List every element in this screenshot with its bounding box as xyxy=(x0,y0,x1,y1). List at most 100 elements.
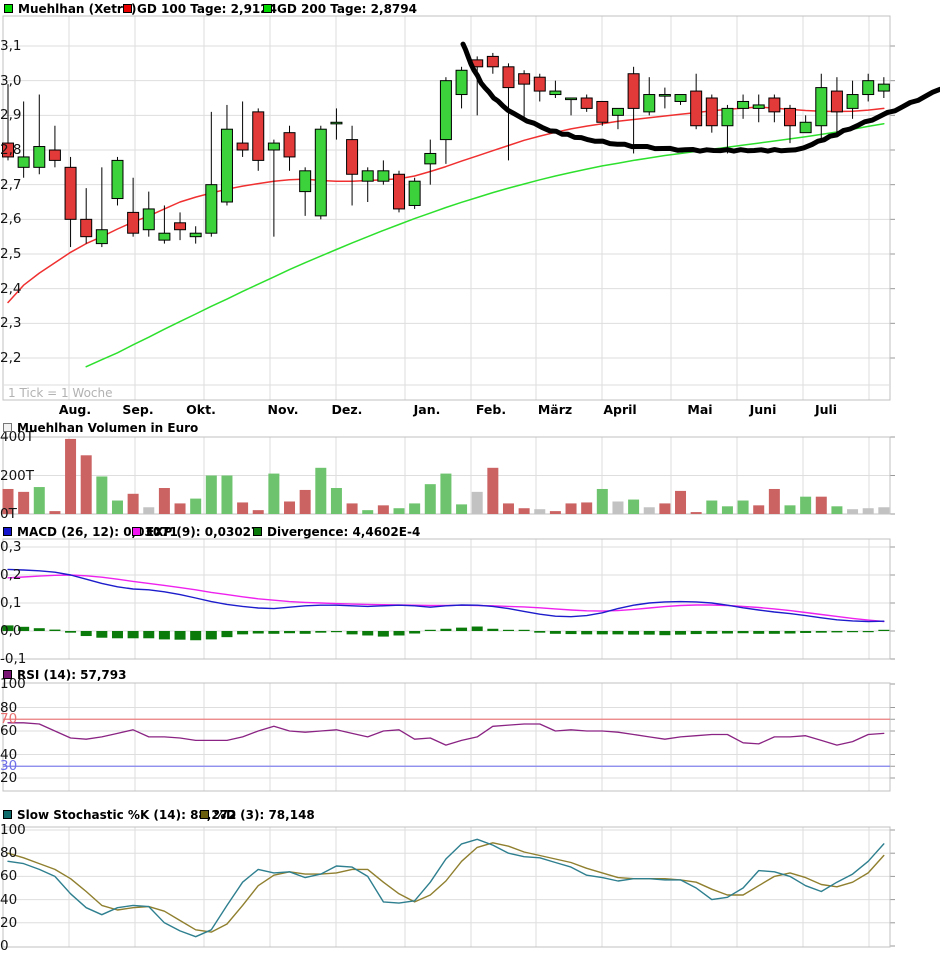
volume-bar xyxy=(706,501,717,514)
rsi-axis-label: 20 xyxy=(0,770,17,786)
candle-body xyxy=(487,56,498,66)
divergence-bar xyxy=(409,631,420,634)
candle-body xyxy=(112,160,123,198)
divergence-bar xyxy=(519,630,530,631)
price-legend-item: GD 100 Tage: 2,9124 xyxy=(123,2,277,15)
candle-body xyxy=(300,171,311,192)
volume-bar xyxy=(425,484,436,514)
legend-label: GD 100 Tage: 2,9124 xyxy=(137,2,277,16)
volume-bar xyxy=(785,505,796,514)
candle-body xyxy=(644,95,655,112)
volume-bar xyxy=(159,488,170,514)
volume-bar xyxy=(847,509,858,514)
candle-body xyxy=(863,81,874,95)
candle-body xyxy=(800,122,811,132)
legend-swatch-icon xyxy=(132,527,141,536)
divergence-bar xyxy=(581,631,592,634)
x-axis-month-label: Aug. xyxy=(59,402,91,417)
candle-body xyxy=(284,133,295,157)
legend-swatch-icon xyxy=(3,423,12,432)
volume-bar xyxy=(831,506,842,514)
divergence-bar xyxy=(769,631,780,634)
volume-bar xyxy=(175,503,186,514)
candle-body xyxy=(706,98,717,126)
legend-label: Muehlhan (Xetra) xyxy=(18,2,136,16)
macd-axis-label: 0,0 xyxy=(0,623,21,639)
candle-body xyxy=(785,108,796,125)
divergence-bar xyxy=(472,627,483,631)
legend-label: EXP (9): 0,03027 xyxy=(146,525,259,539)
volume-bar xyxy=(628,500,639,514)
candle-body xyxy=(753,105,764,108)
legend-swatch-icon xyxy=(3,670,12,679)
volume-bar xyxy=(566,503,577,514)
tick-interval-note: 1 Tick = 1 Woche xyxy=(8,386,113,400)
volume-bar xyxy=(143,507,154,514)
candle-body xyxy=(128,212,139,233)
price-axis-label: 2,8 xyxy=(0,142,21,158)
candle-body xyxy=(315,129,326,216)
divergence-bar xyxy=(331,631,342,632)
candle-body xyxy=(722,108,733,125)
divergence-bar xyxy=(49,630,60,631)
candle-body xyxy=(347,140,358,175)
volume-bar xyxy=(550,511,561,514)
candle-body xyxy=(378,171,389,181)
candle-body xyxy=(675,95,686,102)
legend-label: Muehlhan Volumen in Euro xyxy=(17,421,198,435)
divergence-bar xyxy=(722,631,733,634)
volume-bar xyxy=(362,510,373,514)
macd-axis-label: 0,2 xyxy=(0,567,21,583)
candle-body xyxy=(175,223,186,230)
candle-body xyxy=(847,95,858,109)
legend-swatch-icon xyxy=(3,810,12,819)
x-axis-month-label: Juli xyxy=(815,402,837,417)
volume-bar xyxy=(816,497,827,514)
volume-bar xyxy=(409,503,420,514)
x-axis-month-label: März xyxy=(538,402,572,417)
volume-bar xyxy=(769,489,780,514)
divergence-bar xyxy=(315,631,326,633)
volume-bar xyxy=(800,497,811,514)
candle-body xyxy=(159,233,170,240)
volume-bar xyxy=(378,505,389,514)
stoch-axis-label: 40 xyxy=(0,892,17,908)
price-legend-item: Muehlhan (Xetra) xyxy=(4,2,136,15)
divergence-bar xyxy=(503,630,514,631)
divergence-bar xyxy=(800,631,811,633)
divergence-bar xyxy=(378,631,389,637)
stoch-axis-label: 60 xyxy=(0,868,17,884)
x-axis-month-label: Sep. xyxy=(122,402,153,417)
divergence-bar xyxy=(65,631,76,633)
candle-body xyxy=(659,95,670,97)
divergence-bar xyxy=(175,631,186,640)
candle-body xyxy=(440,81,451,140)
divergence-bar xyxy=(128,631,139,638)
exp-line xyxy=(8,575,884,622)
divergence-bar xyxy=(878,630,889,631)
volume-bar xyxy=(65,439,76,514)
volume-bar xyxy=(253,510,264,514)
legend-label: GD 200 Tage: 2,8794 xyxy=(277,2,417,16)
divergence-bar xyxy=(816,631,827,633)
volume-bar xyxy=(300,490,311,514)
divergence-bar xyxy=(425,630,436,631)
divergence-bar xyxy=(81,631,92,636)
volume-bar xyxy=(659,503,670,514)
macd-legend-item: EXP (9): 0,03027 xyxy=(132,525,259,538)
macd-axis-label: 0,3 xyxy=(0,539,21,555)
candle-body xyxy=(81,219,92,236)
price-axis-label: 2,6 xyxy=(0,211,21,227)
stoch-axis-label: 100 xyxy=(0,822,26,838)
candle-body xyxy=(34,147,45,168)
candle-body xyxy=(534,77,545,91)
divergence-bar xyxy=(253,631,264,634)
volume-bar xyxy=(581,502,592,514)
price-legend-item: GD 200 Tage: 2,8794 xyxy=(263,2,417,15)
volume-bar xyxy=(675,491,686,514)
x-axis-month-label: Mai xyxy=(687,402,712,417)
volume-bar xyxy=(128,494,139,514)
candle-body xyxy=(206,185,217,234)
gd200-line xyxy=(86,124,884,367)
volume-bar xyxy=(440,474,451,514)
